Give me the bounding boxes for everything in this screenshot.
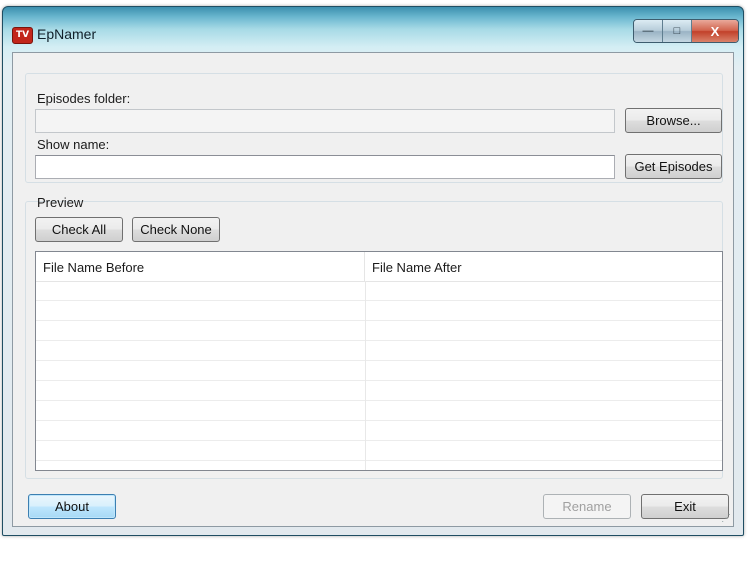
preview-label: Preview [37, 195, 84, 210]
show-name-label: Show name: [37, 137, 110, 152]
minimize-button[interactable]: — [634, 20, 663, 42]
close-icon: X [710, 23, 720, 39]
get-episodes-button[interactable]: Get Episodes [625, 154, 722, 179]
minimize-icon: — [642, 25, 654, 37]
caption-buttons: — □ X [633, 19, 739, 43]
list-row [36, 301, 722, 321]
column-header-after[interactable]: File Name After [365, 252, 722, 281]
app-icon: TV [12, 27, 33, 44]
maximize-button[interactable]: □ [663, 20, 692, 42]
episodes-folder-field[interactable] [35, 109, 615, 133]
exit-button[interactable]: Exit [641, 494, 729, 519]
check-all-button[interactable]: Check All [35, 217, 123, 242]
close-button[interactable]: X [692, 20, 738, 42]
epnamer-window: TV EpNamer — □ X Episodes folder: Browse… [2, 6, 744, 536]
title-bar[interactable]: TV EpNamer — □ X [3, 7, 743, 51]
column-divider [365, 281, 366, 470]
list-header: File Name Before File Name After [36, 252, 722, 282]
window-title: EpNamer [37, 26, 97, 42]
list-row [36, 281, 722, 301]
resize-grip-icon[interactable]: ⋰ [721, 513, 731, 524]
client-area: Episodes folder: Browse... Show name: Ge… [12, 52, 734, 527]
list-body [36, 281, 722, 470]
check-none-button[interactable]: Check None [132, 217, 220, 242]
list-row [36, 441, 722, 461]
list-row [36, 341, 722, 361]
list-row [36, 401, 722, 421]
list-row [36, 321, 722, 341]
list-row [36, 421, 722, 441]
preview-list[interactable]: File Name Before File Name After [35, 251, 723, 471]
column-header-before[interactable]: File Name Before [36, 252, 365, 281]
rename-button[interactable]: Rename [543, 494, 631, 519]
episodes-folder-label: Episodes folder: [37, 91, 131, 106]
browse-button[interactable]: Browse... [625, 108, 722, 133]
maximize-icon: □ [673, 25, 681, 37]
list-row [36, 381, 722, 401]
show-name-field[interactable] [35, 155, 615, 179]
about-button[interactable]: About [28, 494, 116, 519]
list-row [36, 361, 722, 381]
